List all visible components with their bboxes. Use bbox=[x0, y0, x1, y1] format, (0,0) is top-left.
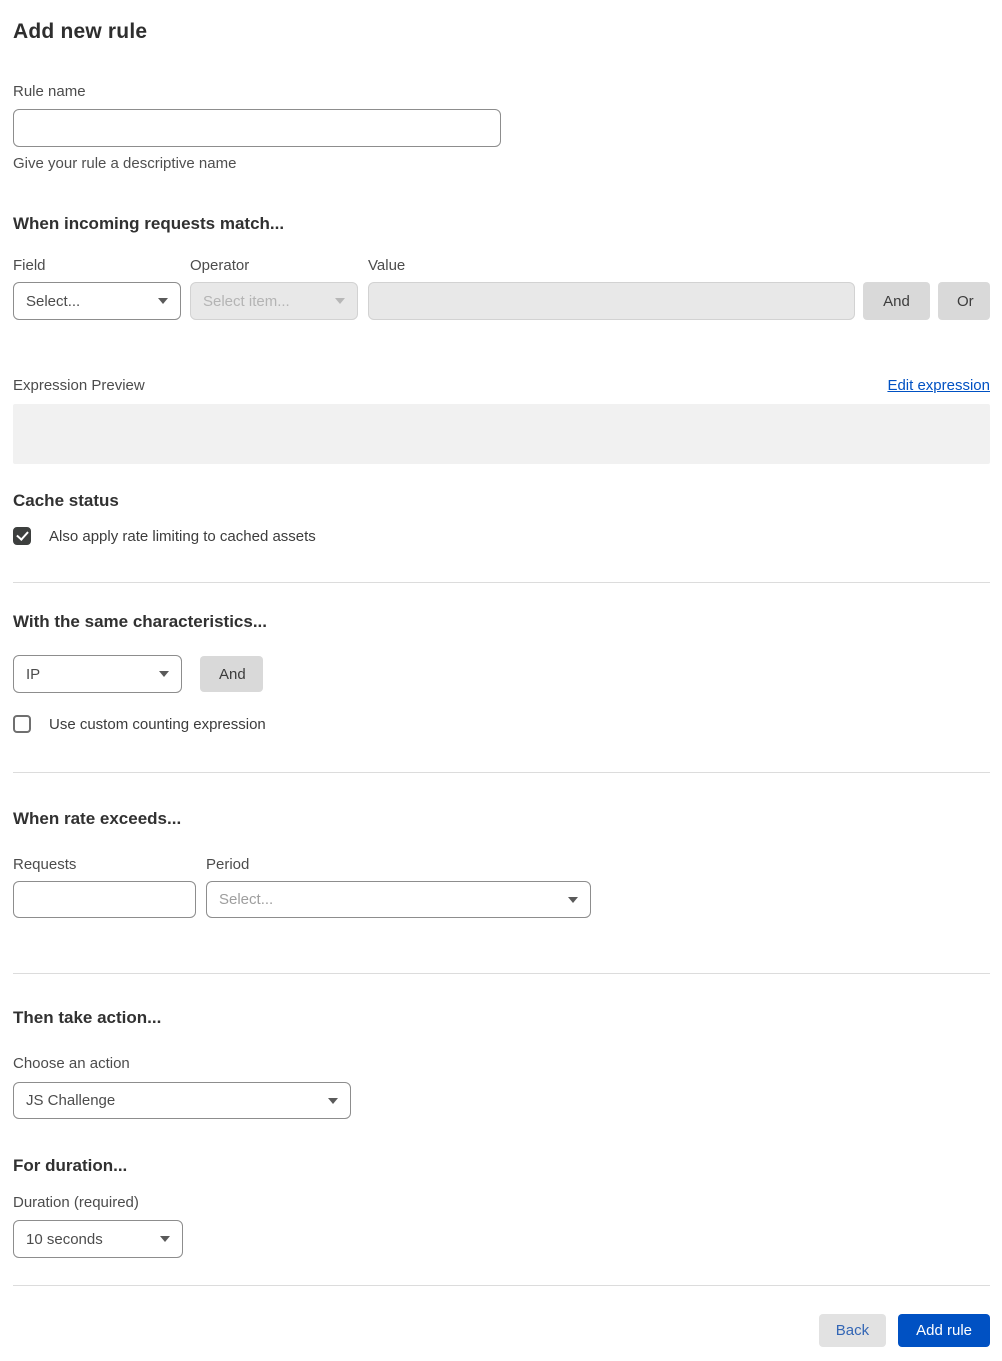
characteristic-select-value: IP bbox=[26, 665, 41, 683]
period-label: Period bbox=[206, 856, 250, 873]
duration-select[interactable]: 10 seconds bbox=[13, 1220, 183, 1258]
match-heading: When incoming requests match... bbox=[13, 214, 285, 233]
action-select-value: JS Challenge bbox=[26, 1092, 116, 1109]
or-button[interactable]: Or bbox=[938, 282, 990, 320]
characteristics-row: IP And bbox=[13, 655, 990, 693]
field-select-value: Select... bbox=[26, 292, 81, 310]
rule-name-label: Rule name bbox=[13, 83, 86, 100]
custom-counting-checkbox-label: Use custom counting expression bbox=[49, 715, 266, 733]
rule-name-helper: Give your rule a descriptive name bbox=[13, 155, 237, 172]
cached-assets-checkbox-label: Also apply rate limiting to cached asset… bbox=[49, 527, 316, 545]
value-input[interactable] bbox=[368, 282, 855, 320]
period-column: Period Select... bbox=[206, 856, 591, 918]
divider bbox=[13, 973, 990, 974]
period-select[interactable]: Select... bbox=[206, 881, 591, 918]
requests-label: Requests bbox=[13, 856, 77, 873]
divider bbox=[13, 772, 990, 773]
field-label: Field bbox=[13, 257, 46, 274]
requests-input[interactable] bbox=[13, 881, 196, 918]
operator-select-value: Select item... bbox=[203, 292, 290, 310]
duration-select-value: 10 seconds bbox=[26, 1230, 103, 1248]
chevron-down-icon bbox=[328, 1097, 338, 1104]
period-select-value: Select... bbox=[219, 891, 274, 908]
back-button[interactable]: Back bbox=[818, 1314, 887, 1347]
expression-header: Expression Preview Edit expression bbox=[13, 377, 990, 394]
add-rule-button[interactable]: Add rule bbox=[898, 1314, 990, 1347]
expression-preview-label: Expression Preview bbox=[13, 377, 145, 394]
value-column: Value bbox=[368, 257, 855, 320]
characteristics-section: With the same characteristics... IP And … bbox=[13, 612, 990, 733]
characteristics-heading: With the same characteristics... bbox=[13, 612, 268, 631]
page-title: Add new rule bbox=[13, 20, 148, 43]
cache-status-section: Cache status Also apply rate limiting to… bbox=[13, 491, 990, 545]
operator-column: Operator Select item... bbox=[190, 257, 358, 320]
expression-section: Expression Preview Edit expression bbox=[13, 377, 990, 464]
chevron-down-icon bbox=[335, 298, 345, 304]
requests-column: Requests bbox=[13, 856, 196, 918]
operator-select[interactable]: Select item... bbox=[190, 282, 358, 320]
field-column: Field Select... bbox=[13, 257, 181, 320]
divider bbox=[13, 1285, 990, 1286]
chevron-down-icon bbox=[568, 896, 578, 903]
rate-section: When rate exceeds... Requests Period Sel… bbox=[13, 809, 990, 918]
rule-name-input[interactable] bbox=[13, 109, 501, 147]
cached-assets-checkbox[interactable] bbox=[13, 527, 31, 545]
field-select[interactable]: Select... bbox=[13, 282, 181, 320]
expression-preview-box bbox=[13, 404, 990, 464]
action-heading: Then take action... bbox=[13, 1008, 162, 1027]
add-rule-page: Add new rule Rule name Give your rule a … bbox=[0, 0, 1002, 1361]
match-section: When incoming requests match... Field Se… bbox=[13, 214, 990, 320]
cache-checkbox-row: Also apply rate limiting to cached asset… bbox=[13, 527, 990, 545]
chevron-down-icon bbox=[160, 1236, 170, 1242]
duration-heading: For duration... bbox=[13, 1156, 128, 1175]
action-section: Then take action... Choose an action JS … bbox=[13, 1008, 990, 1119]
characteristics-and-button[interactable]: And bbox=[200, 656, 263, 692]
chevron-down-icon bbox=[159, 671, 169, 677]
duration-label: Duration (required) bbox=[13, 1194, 139, 1211]
characteristic-select[interactable]: IP bbox=[13, 655, 182, 693]
duration-section: For duration... Duration (required) 10 s… bbox=[13, 1156, 990, 1258]
cache-status-heading: Cache status bbox=[13, 491, 119, 510]
chevron-down-icon bbox=[158, 298, 168, 304]
value-label: Value bbox=[368, 257, 406, 274]
action-label: Choose an action bbox=[13, 1055, 130, 1072]
edit-expression-link[interactable]: Edit expression bbox=[887, 377, 990, 394]
divider bbox=[13, 582, 990, 583]
match-row: Field Select... Operator Select item... … bbox=[13, 257, 990, 320]
counting-expression-row: Use custom counting expression bbox=[13, 715, 990, 733]
rate-heading: When rate exceeds... bbox=[13, 809, 182, 828]
rate-row: Requests Period Select... bbox=[13, 856, 990, 918]
rule-name-section: Rule name Give your rule a descriptive n… bbox=[13, 83, 990, 172]
custom-counting-checkbox[interactable] bbox=[13, 715, 31, 733]
operator-label: Operator bbox=[190, 257, 250, 274]
action-select[interactable]: JS Challenge bbox=[13, 1082, 351, 1119]
and-button[interactable]: And bbox=[863, 282, 930, 320]
footer-actions: Back Add rule bbox=[13, 1314, 990, 1347]
